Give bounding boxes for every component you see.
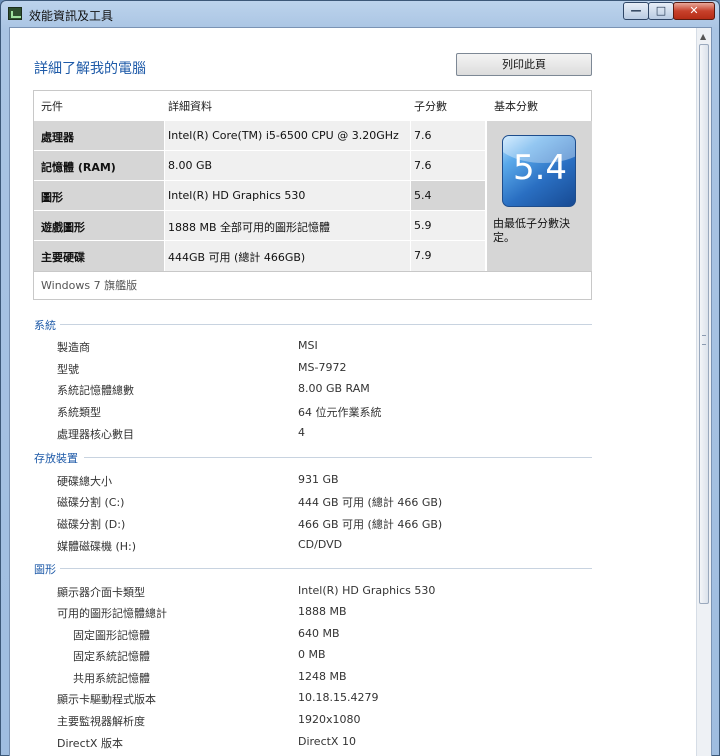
section-heading-graphics: 圖形 — [34, 563, 56, 576]
kv-value: 1248 MB — [298, 670, 347, 683]
kv-label: 硬碟總大小 — [57, 475, 112, 488]
section-divider — [84, 457, 592, 458]
row-detail: 1888 MB 全部可用的圖形記憶體 — [165, 211, 410, 241]
kv-label: 共用系統記憶體 — [73, 672, 150, 685]
performance-app-icon — [8, 7, 22, 20]
kv-value: CD/DVD — [298, 538, 343, 551]
kv-value: Intel(R) HD Graphics 530 — [298, 584, 436, 597]
page-title: 詳細了解我的電腦 — [34, 61, 146, 77]
row-score: 7.6 — [411, 121, 485, 151]
title-bar[interactable]: 效能資訊及工具 — □ ✕ — [1, 1, 719, 27]
print-page-button[interactable]: 列印此頁 — [456, 53, 592, 76]
kv-label: 顯示器介面卡類型 — [57, 586, 145, 599]
kv-label: 固定系統記憶體 — [73, 650, 150, 663]
base-score-caption: 由最低子分數決定。 — [493, 217, 570, 244]
row-score-lowest: 5.4 — [411, 181, 485, 211]
row-detail: 8.00 GB — [165, 151, 410, 181]
window-title: 效能資訊及工具 — [29, 9, 114, 23]
kv-label: DirectX 版本 — [57, 737, 123, 750]
row-detail: Intel(R) HD Graphics 530 — [165, 181, 410, 211]
row-label: 記憶體 (RAM) — [34, 151, 164, 181]
kv-label: 處理器核心數目 — [57, 428, 134, 441]
base-score-value: 5.4 — [512, 148, 568, 188]
header-component: 元件 — [41, 100, 63, 113]
table-row: 主要硬碟 444GB 可用 (總計 466GB) 7.9 — [34, 241, 485, 271]
kv-label: 系統記憶體總數 — [57, 384, 134, 397]
kv-value: 931 GB — [298, 473, 339, 486]
kv-value: 64 位元作業系統 — [298, 406, 382, 419]
kv-value: 10.18.15.4279 — [298, 691, 379, 704]
section-heading-storage: 存放裝置 — [34, 452, 78, 465]
row-score: 7.6 — [411, 151, 485, 181]
kv-value: 4 — [298, 426, 305, 439]
kv-label: 型號 — [57, 363, 79, 376]
row-score: 7.9 — [411, 241, 485, 271]
scrollbar-grip-icon — [702, 335, 706, 345]
table-row: 處理器 Intel(R) Core(TM) i5-6500 CPU @ 3.20… — [34, 121, 485, 151]
kv-value: 444 GB 可用 (總計 466 GB) — [298, 496, 443, 509]
row-label: 圖形 — [34, 181, 164, 211]
kv-value: MSI — [298, 339, 318, 352]
kv-value: 8.00 GB RAM — [298, 382, 370, 395]
kv-value: 0 MB — [298, 648, 326, 661]
header-base-score: 基本分數 — [494, 100, 538, 113]
row-score: 5.9 — [411, 211, 485, 241]
header-subscore: 子分數 — [414, 100, 447, 113]
section-divider — [60, 568, 592, 569]
kv-value: 1920x1080 — [298, 713, 361, 726]
base-score-tile: 5.4 — [502, 135, 576, 207]
row-label: 主要硬碟 — [34, 241, 164, 271]
table-row: 圖形 Intel(R) HD Graphics 530 5.4 — [34, 181, 485, 211]
score-table: 元件 詳細資料 子分數 基本分數 處理器 Intel(R) Core(TM) i… — [33, 90, 592, 300]
kv-value: 1888 MB — [298, 605, 347, 618]
windows-edition: Windows 7 旗艦版 — [41, 279, 138, 292]
table-row: 遊戲圖形 1888 MB 全部可用的圖形記憶體 5.9 — [34, 211, 485, 241]
kv-label: 製造商 — [57, 341, 90, 354]
kv-label: 主要監視器解析度 — [57, 715, 145, 728]
table-row: 記憶體 (RAM) 8.00 GB 7.6 — [34, 151, 485, 181]
section-heading-system: 系統 — [34, 319, 56, 332]
vertical-scrollbar[interactable]: ▲ — [696, 28, 711, 756]
kv-value: 466 GB 可用 (總計 466 GB) — [298, 518, 443, 531]
kv-label: 磁碟分割 (C:) — [57, 496, 125, 509]
row-label: 遊戲圖形 — [34, 211, 164, 241]
close-button[interactable]: ✕ — [673, 2, 715, 20]
row-detail: 444GB 可用 (總計 466GB) — [165, 241, 410, 271]
kv-label: 系統類型 — [57, 406, 101, 419]
window: 效能資訊及工具 — □ ✕ 詳細了解我的電腦 列印此頁 元件 詳細資料 子分數 … — [0, 0, 720, 756]
content-area: 詳細了解我的電腦 列印此頁 元件 詳細資料 子分數 基本分數 處理器 Intel… — [9, 27, 712, 756]
header-details: 詳細資料 — [168, 100, 212, 113]
kv-value: 640 MB — [298, 627, 340, 640]
scrollbar-thumb[interactable] — [699, 44, 709, 604]
row-label: 處理器 — [34, 121, 164, 151]
section-divider — [60, 324, 592, 325]
table-divider — [34, 271, 591, 272]
maximize-button[interactable]: □ — [648, 2, 674, 20]
kv-value: DirectX 10 — [298, 735, 356, 748]
kv-label: 磁碟分割 (D:) — [57, 518, 126, 531]
kv-label: 可用的圖形記憶體總計 — [57, 607, 167, 620]
kv-value: MS-7972 — [298, 361, 347, 374]
scroll-up-arrow-icon[interactable]: ▲ — [700, 32, 706, 41]
base-score-panel: 5.4 由最低子分數決定。 — [487, 121, 592, 271]
kv-label: 媒體磁碟機 (H:) — [57, 540, 137, 553]
kv-label: 顯示卡驅動程式版本 — [57, 693, 156, 706]
kv-label: 固定圖形記憶體 — [73, 629, 150, 642]
row-detail: Intel(R) Core(TM) i5-6500 CPU @ 3.20GHz — [165, 121, 410, 151]
minimize-button[interactable]: — — [623, 2, 649, 20]
